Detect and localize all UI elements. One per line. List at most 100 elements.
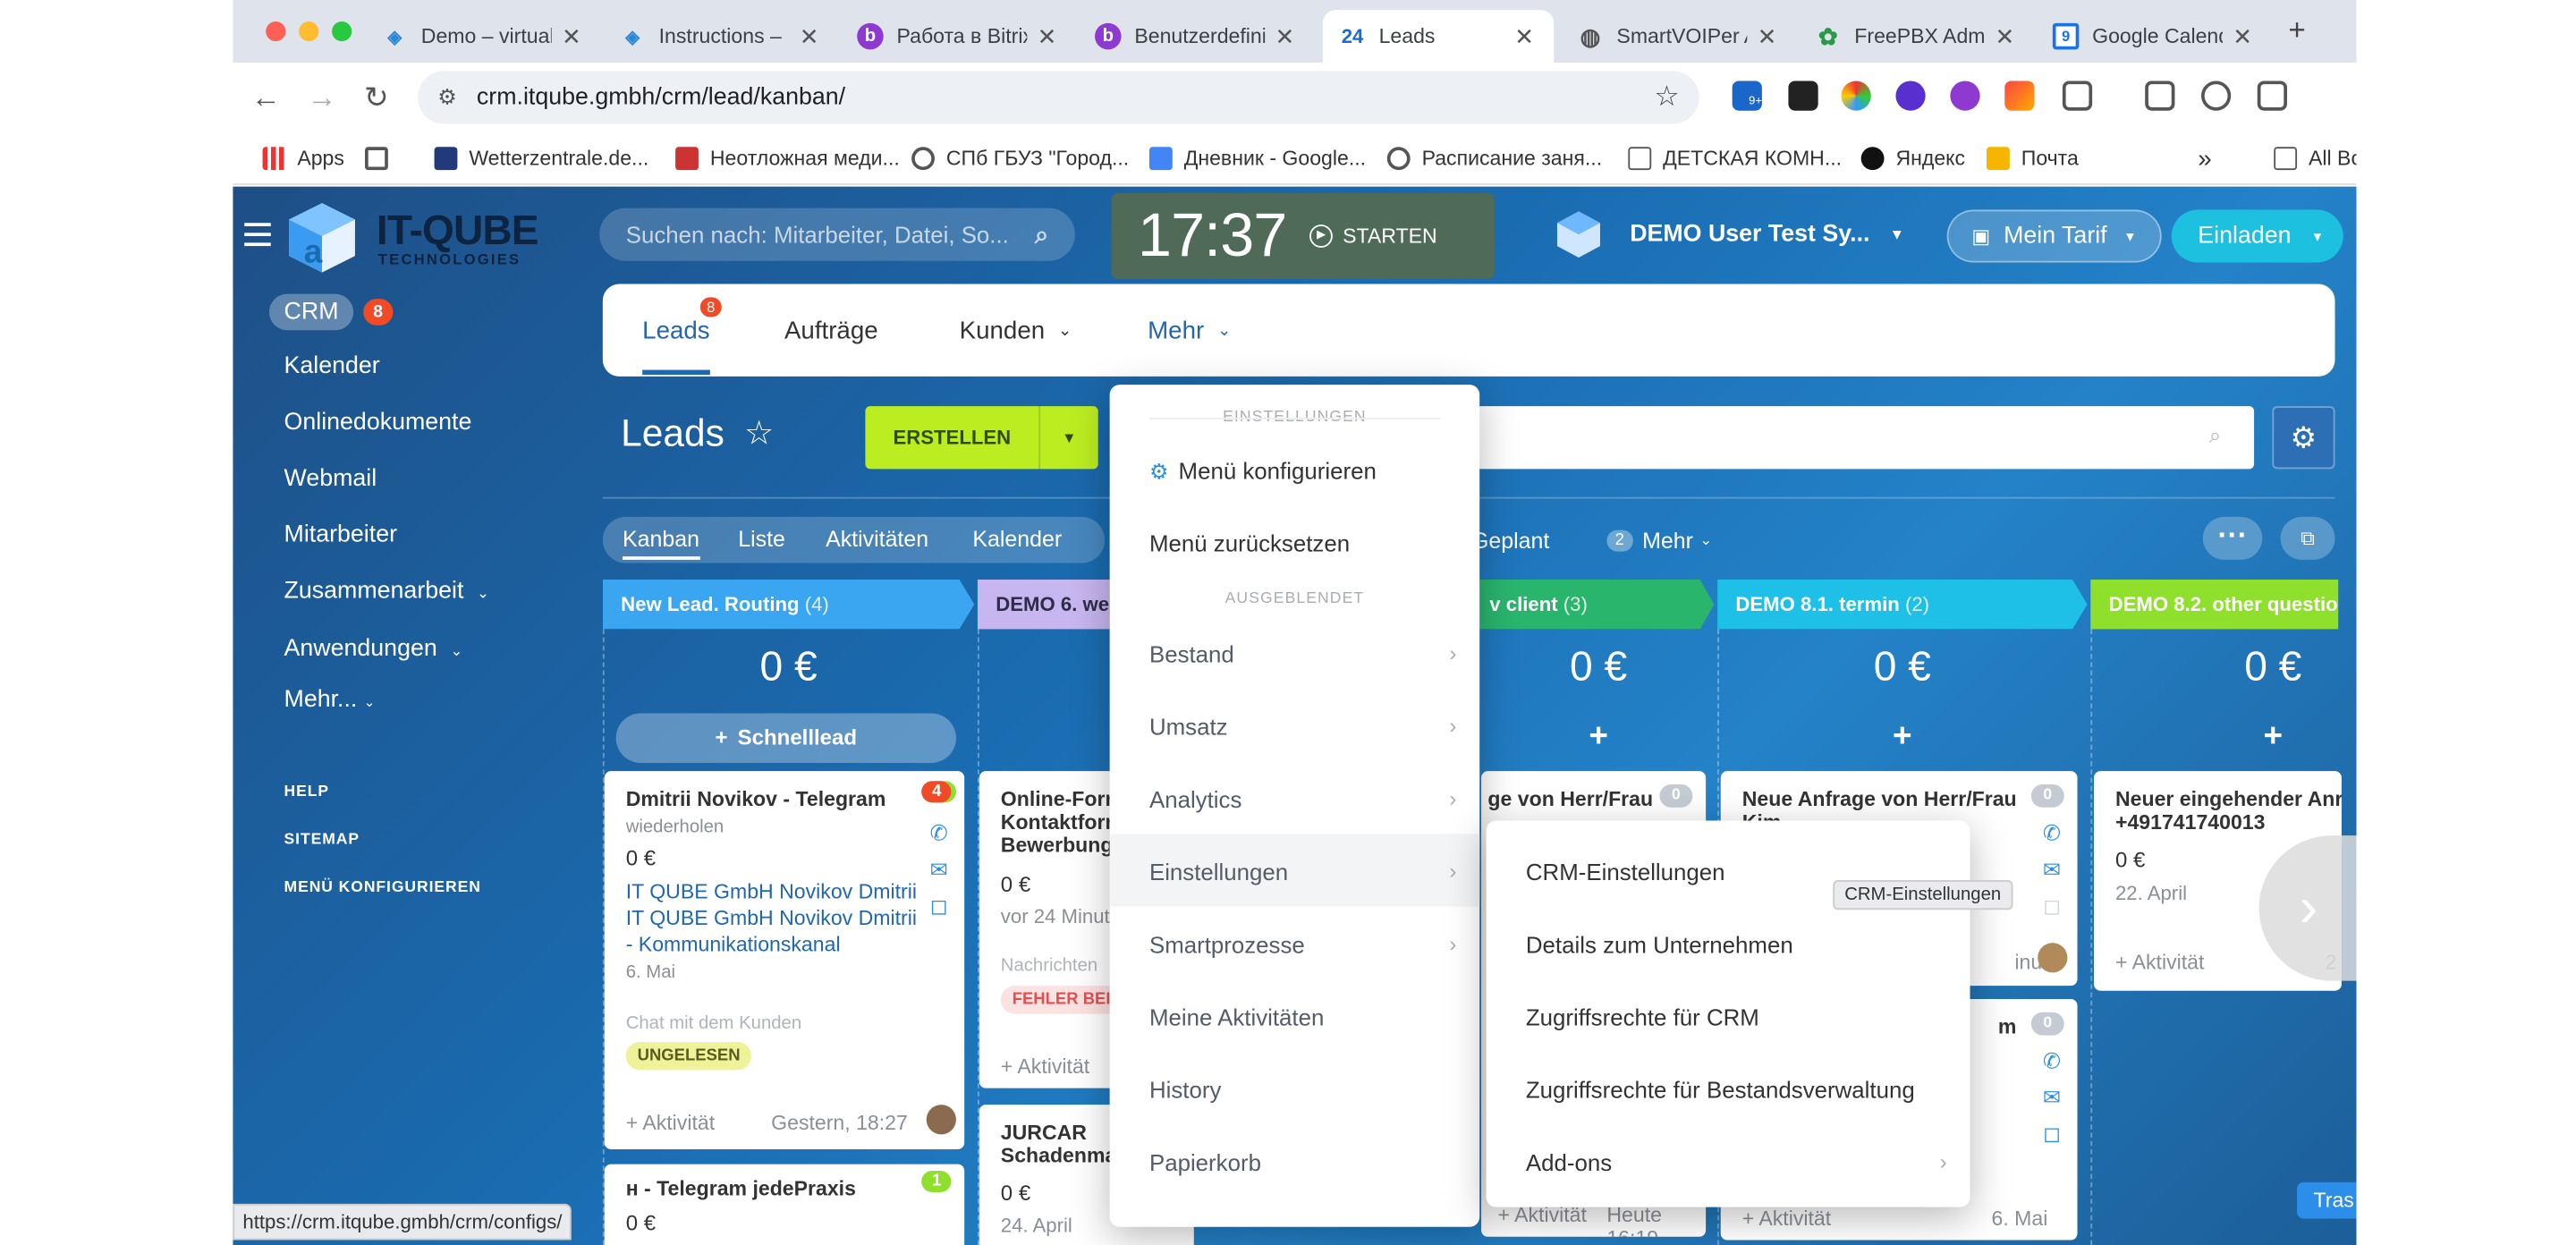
kanban-column-header[interactable]: v client (3) (1479, 580, 1715, 630)
incognito-icon[interactable] (2200, 80, 2232, 111)
browser-tab[interactable]: b Работа в Bitrix ✕ (841, 10, 1077, 63)
my-tariff-button[interactable]: ▣ Mein Tarif ▼ (1946, 209, 2162, 263)
back-icon[interactable]: ← (246, 78, 285, 117)
lead-card[interactable]: н - Telegram jedePraxis 1 0 € (604, 1164, 965, 1245)
chat-icon[interactable]: ◻ (2043, 1122, 2061, 1148)
sidebar-item-crm[interactable]: CRM 8 (268, 293, 394, 331)
quick-lead-button[interactable]: + Schnelllead (615, 713, 956, 763)
close-tab-icon[interactable]: ✕ (1754, 22, 1781, 50)
tab-leads[interactable]: Leads (642, 317, 710, 376)
bookmarks-overflow[interactable]: » (2198, 142, 2211, 175)
mail-icon[interactable]: ✉ (2043, 1085, 2061, 1112)
chat-icon[interactable]: ◻ (2043, 894, 2061, 920)
company-link[interactable]: IT QUBE GmbH Novikov Dmitrii (626, 878, 917, 905)
phone-icon[interactable]: ✆ (2043, 821, 2061, 848)
sidebar-item-calendar[interactable]: Kalender (284, 353, 380, 380)
browser-tab[interactable]: ✿ FreePBX Admi ✕ (1799, 10, 2035, 63)
mail-icon[interactable]: ✉ (930, 857, 948, 884)
sidebar-help-link[interactable]: HELP (284, 783, 329, 800)
view-kanban[interactable]: Kanban (623, 527, 699, 560)
browser-tab[interactable]: ◈ Demo – virtual ✕ (365, 10, 601, 63)
submenu-item-addons[interactable]: Add-ons (1526, 1149, 1612, 1176)
menu-item-history[interactable]: History (1149, 1077, 1221, 1104)
sidebar-item-webmail[interactable]: Webmail (284, 466, 377, 493)
browser-tab[interactable]: b Benutzerdefini ✕ (1079, 10, 1315, 63)
sidebar-item-more[interactable]: Mehr... ⌄ (284, 687, 376, 714)
bookmark-star-icon[interactable]: ☆ (1654, 80, 1679, 114)
invite-button[interactable]: Einladen ▼ (2171, 209, 2344, 263)
add-lead-plus-icon[interactable]: + (2090, 718, 2356, 756)
company-link[interactable]: - Kommunikationskanal (626, 931, 841, 958)
sidebar-sitemap-link[interactable]: SITEMAP (284, 831, 360, 849)
mail-icon[interactable]: ✉ (2043, 857, 2061, 884)
close-window-button[interactable] (266, 21, 286, 42)
kanban-column-header[interactable]: New Lead. Routing (4) (602, 580, 975, 630)
bookmark-apps[interactable]: Apps (262, 142, 344, 175)
zoom-window-button[interactable] (332, 21, 352, 42)
lead-card[interactable]: Dmitrii Novikov - Telegram 4 wiederholen… (604, 771, 965, 1149)
search-icon[interactable]: ⌕ (1035, 220, 1049, 248)
close-tab-icon[interactable]: ✕ (1034, 22, 1061, 50)
tab-orders[interactable]: Aufträge (784, 317, 878, 344)
grid-icon[interactable] (365, 142, 400, 175)
kanban-column-header[interactable]: DEMO 6. wel (977, 580, 1110, 630)
extension-badge-icon[interactable]: 9+ (1732, 80, 1762, 111)
browser-tab[interactable]: ◈ Instructions – ✕ (603, 10, 839, 63)
close-tab-icon[interactable]: ✕ (1992, 22, 2019, 50)
work-time-widget[interactable]: 17:37 ▶ STARTEN (1111, 193, 1495, 280)
menu-item-analytics[interactable]: Analytics (1149, 786, 1241, 813)
filter-search-input[interactable]: ⌕ (1476, 406, 2255, 470)
submenu-item-crm-settings[interactable]: CRM-Einstellungen (1526, 859, 1725, 885)
company-link[interactable]: IT QUBE GmbH Novikov Dmitrii (626, 905, 917, 932)
menu-item-umsatz[interactable]: Umsatz (1149, 714, 1228, 741)
bookmark-item[interactable]: Почта (1986, 142, 2079, 175)
bookmark-item[interactable]: Расписание заня... (1386, 142, 1602, 175)
bookmark-item[interactable]: Неотложная меди... (675, 142, 900, 175)
avatar[interactable] (926, 1105, 956, 1135)
more-counters[interactable]: 2 Mehr ⌄ (1606, 517, 1712, 563)
new-tab-button[interactable]: + (2277, 10, 2317, 49)
view-activities[interactable]: Aktivitäten (826, 527, 928, 552)
tab-more[interactable]: Mehr ⌄ (1148, 317, 1231, 344)
planned-filter[interactable]: Geplant (1471, 517, 1549, 563)
sidebar-configure-menu-link[interactable]: MENÜ KONFIGURIEREN (284, 878, 481, 896)
company-logo[interactable]: a IT-QUBE TECHNOLOGIES (283, 199, 547, 273)
reload-icon[interactable]: ↻ (357, 78, 396, 117)
add-activity-button[interactable]: + Aktivität (2115, 951, 2204, 974)
browser-tab[interactable]: 9 Google Calend ✕ (2036, 10, 2272, 63)
site-settings-icon[interactable]: ⚙ (437, 84, 457, 111)
view-list[interactable]: Liste (738, 527, 785, 552)
bookmark-folder[interactable]: ДЕТСКАЯ КОМН... (1628, 142, 1842, 175)
start-workday-button[interactable]: ▶ STARTEN (1309, 224, 1437, 248)
add-lead-plus-icon[interactable]: + (1717, 718, 2088, 756)
address-bar[interactable]: ⚙ crm.itqube.gmbh/crm/lead/kanban/ ☆ (418, 71, 1699, 124)
browser-tab-active[interactable]: 24 Leads ✕ (1322, 10, 1555, 64)
close-tab-icon[interactable]: ✕ (558, 22, 585, 50)
bookmark-item[interactable]: СПб ГБУЗ "Город... (911, 142, 1129, 175)
extension-icon[interactable] (1895, 80, 1926, 111)
tras-button[interactable]: Tras (2297, 1181, 2357, 1219)
create-button[interactable]: ERSTELLEN ▼ (865, 406, 1098, 470)
menu-item-einstellungen[interactable]: Einstellungen (1149, 859, 1288, 885)
close-tab-icon[interactable]: ✕ (1511, 22, 1538, 50)
global-search-input[interactable]: Suchen nach: Mitarbeiter, Datei, So... ⌕ (599, 208, 1075, 261)
menu-item-reset[interactable]: Menü zurücksetzen (1149, 530, 1350, 557)
submenu-item-crm-access-rights[interactable]: Zugriffsrechte für CRM (1526, 1004, 1759, 1030)
browser-tab[interactable]: ◍ SmartVOIPer A ✕ (1561, 10, 1797, 63)
phone-icon[interactable]: ✆ (930, 821, 948, 848)
sidebar-item-collaboration[interactable]: Zusammenarbeit ⌄ (284, 578, 490, 605)
avatar[interactable] (2038, 943, 2068, 973)
submenu-item-company-details[interactable]: Details zum Unternehmen (1526, 931, 1793, 958)
menu-item-configure[interactable]: ⚙ Menü konfigurieren (1149, 457, 1377, 485)
close-tab-icon[interactable]: ✕ (796, 22, 823, 50)
extensions-puzzle-icon[interactable] (2062, 80, 2093, 111)
favorite-star-icon[interactable]: ☆ (744, 413, 774, 454)
extension-icon[interactable] (1841, 80, 1871, 111)
close-tab-icon[interactable]: ✕ (1272, 22, 1299, 50)
menu-item-my-activities[interactable]: Meine Aktivitäten (1149, 1004, 1324, 1030)
menu-item-trash[interactable]: Papierkorb (1149, 1149, 1261, 1176)
menu-item-smartprozesse[interactable]: Smartprozesse (1149, 931, 1305, 958)
add-activity-button[interactable]: + Aktivität (1498, 1204, 1587, 1227)
sidebar-item-online-documents[interactable]: Onlinedokumente (284, 410, 472, 436)
forward-icon[interactable]: → (302, 78, 342, 117)
